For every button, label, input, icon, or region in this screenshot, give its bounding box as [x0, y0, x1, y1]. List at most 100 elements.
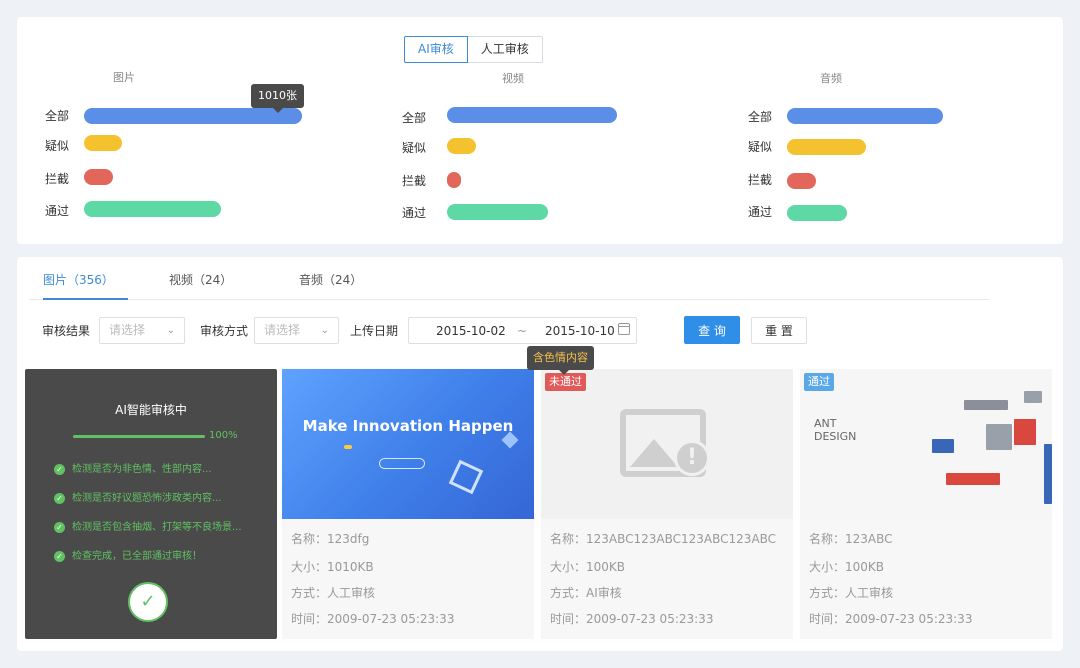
review-result-select[interactable]: 请选择 ⌄ — [99, 317, 185, 344]
tab-images[interactable]: 图片（356） — [43, 271, 128, 300]
stats-group-title-audio: 音频 — [820, 72, 842, 85]
tab-videos[interactable]: 视频（24） — [169, 271, 232, 300]
review-mode-label: 审核方式 — [200, 324, 249, 338]
warning-icon: ! — [674, 440, 710, 476]
decor-brick — [1044, 444, 1052, 504]
check-item: ✓ 检测是否包含抽烟、打架等不良场景... — [54, 518, 242, 533]
check-item: ✓ 检测是否为非色情、性部内容... — [54, 460, 212, 475]
card-info: 名称：123ABC123ABC123ABC123ABC 大小：100KB 方式：… — [541, 519, 793, 639]
status-badge-failed: 未通过 — [545, 373, 586, 391]
review-mode-placeholder: 请选择 — [264, 323, 301, 337]
progress-percent: 100% — [209, 430, 238, 441]
bar-video-passed[interactable] — [447, 204, 548, 220]
bar-audio-blocked[interactable] — [787, 173, 816, 189]
card-info: 名称：123ABC 大小：100KB 方式：人工审核 时间：2009-07-23… — [800, 519, 1052, 639]
bar-tooltip: 1010张 — [251, 84, 304, 113]
toggle-manual-review[interactable]: 人工审核 — [467, 36, 543, 63]
bar-image-all[interactable] — [84, 108, 302, 124]
status-badge-passed: 通过 — [804, 373, 834, 391]
stats-group-title-image: 图片 — [113, 71, 135, 84]
stats-label-passed: 通过 — [748, 205, 773, 219]
progress-bar — [73, 435, 205, 438]
warning-tooltip: 含色情内容 — [527, 346, 594, 375]
stats-label-blocked: 拦截 — [45, 172, 70, 186]
thumbnail-brand: ANT DESIGN — [814, 417, 857, 443]
check-text: 检测是否为非色情、性部内容... — [72, 464, 212, 475]
decor-brick — [1024, 391, 1042, 403]
calendar-icon[interactable] — [618, 323, 630, 335]
check-icon: ✓ — [54, 492, 65, 504]
card-size: 大小：1010KB — [291, 560, 374, 574]
toggle-ai-review[interactable]: AI审核 — [404, 36, 468, 63]
reset-button[interactable]: 重 置 — [751, 317, 807, 344]
stats-label-passed: 通过 — [402, 206, 427, 220]
decor-brick — [932, 439, 954, 453]
check-item: ✓ 检查完成，已全部通过审核！ — [54, 547, 202, 562]
thumbnail-headline: Make Innovation Happen — [302, 417, 514, 435]
card-info: 名称：123dfg 大小：1010KB 方式：人工审核 时间：2009-07-2… — [282, 519, 534, 639]
card-size: 大小：100KB — [550, 560, 626, 574]
decor-cube — [448, 459, 484, 495]
card-name: 名称：123dfg — [291, 532, 370, 546]
stats-label-all: 全部 — [748, 110, 773, 124]
media-tabs: 图片（356） 视频（24） 音频（24） — [29, 257, 989, 300]
stats-label-suspect: 疑似 — [402, 141, 427, 155]
review-mode-toggle: AI审核 人工审核 — [404, 36, 543, 63]
decor-shape — [344, 445, 352, 449]
stats-label-blocked: 拦截 — [402, 174, 427, 188]
bar-image-passed[interactable] — [84, 201, 221, 217]
bar-audio-passed[interactable] — [787, 205, 847, 221]
stats-label-passed: 通过 — [45, 204, 70, 218]
bar-audio-all[interactable] — [787, 108, 943, 124]
date-end[interactable]: 2015-10-10 — [545, 324, 615, 338]
check-text: 检测是否包含抽烟、打架等不良场景... — [72, 522, 242, 533]
check-text: 检测是否好议题恐怖涉政类内容... — [72, 493, 222, 504]
card-name: 名称：123ABC123ABC123ABC123ABC — [550, 532, 777, 546]
decor-brick — [964, 400, 1008, 410]
card-name: 名称：123ABC — [809, 532, 893, 546]
progress-title: AI智能审核中 — [115, 403, 187, 417]
date-range-picker[interactable]: 2015-10-02 ~ 2015-10-10 — [408, 317, 637, 344]
bar-video-all[interactable] — [447, 107, 617, 123]
done-check-icon: ✓ — [128, 582, 168, 622]
card-mode: 方式：人工审核 — [291, 586, 376, 600]
check-icon: ✓ — [54, 521, 65, 533]
media-card[interactable]: ! 未通过 名称：123ABC123ABC123ABC123ABC 大小：100… — [541, 369, 793, 639]
ai-review-progress-card: AI智能审核中 100% ✓ 检测是否为非色情、性部内容... ✓ 检测是否好议题恐… — [25, 369, 277, 639]
card-thumbnail[interactable]: ! 未通过 — [541, 369, 793, 519]
stats-label-all: 全部 — [45, 109, 70, 123]
card-time: 时间：2009-07-23 05:23:33 — [809, 612, 973, 626]
check-item: ✓ 检测是否好议题恐怖涉政类内容... — [54, 489, 222, 504]
check-icon: ✓ — [54, 550, 65, 562]
decor-brick — [986, 424, 1012, 450]
tab-audio[interactable]: 音频（24） — [299, 271, 362, 300]
decor-button-shape — [379, 458, 425, 469]
date-start[interactable]: 2015-10-02 — [436, 324, 506, 338]
card-size: 大小：100KB — [809, 560, 885, 574]
bar-video-blocked[interactable] — [447, 172, 461, 188]
card-time: 时间：2009-07-23 05:23:33 — [550, 612, 714, 626]
stats-label-blocked: 拦截 — [748, 173, 773, 187]
bar-audio-suspect[interactable] — [787, 139, 866, 155]
query-button[interactable]: 查 询 — [684, 316, 740, 344]
bar-image-blocked[interactable] — [84, 169, 113, 185]
card-thumbnail[interactable]: Make Innovation Happen — [282, 369, 534, 519]
date-separator: ~ — [517, 324, 528, 338]
card-thumbnail[interactable]: 通过 ANT DESIGN — [800, 369, 1052, 519]
bar-image-suspect[interactable] — [84, 135, 122, 151]
card-time: 时间：2009-07-23 05:23:33 — [291, 612, 455, 626]
stats-label-all: 全部 — [402, 111, 427, 125]
media-card[interactable]: Make Innovation Happen 名称：123dfg 大小：1010… — [282, 369, 534, 639]
stats-label-suspect: 疑似 — [45, 139, 70, 153]
chevron-down-icon: ⌄ — [320, 325, 329, 336]
review-result-placeholder: 请选择 — [109, 323, 146, 337]
bar-video-suspect[interactable] — [447, 138, 476, 154]
decor-brick — [1014, 419, 1036, 445]
review-mode-select[interactable]: 请选择 ⌄ — [254, 317, 339, 344]
card-mode: 方式：人工审核 — [809, 586, 894, 600]
stats-group-title-video: 视频 — [502, 72, 524, 85]
media-card[interactable]: 通过 ANT DESIGN 名称：123ABC 大小：100KB 方式：人工审核… — [800, 369, 1052, 639]
main-panel: 图片（356） 视频（24） 音频（24） 审核结果 请选择 ⌄ 审核方式 请选… — [17, 257, 1063, 651]
check-icon: ✓ — [54, 463, 65, 475]
upload-date-label: 上传日期 — [350, 324, 399, 338]
